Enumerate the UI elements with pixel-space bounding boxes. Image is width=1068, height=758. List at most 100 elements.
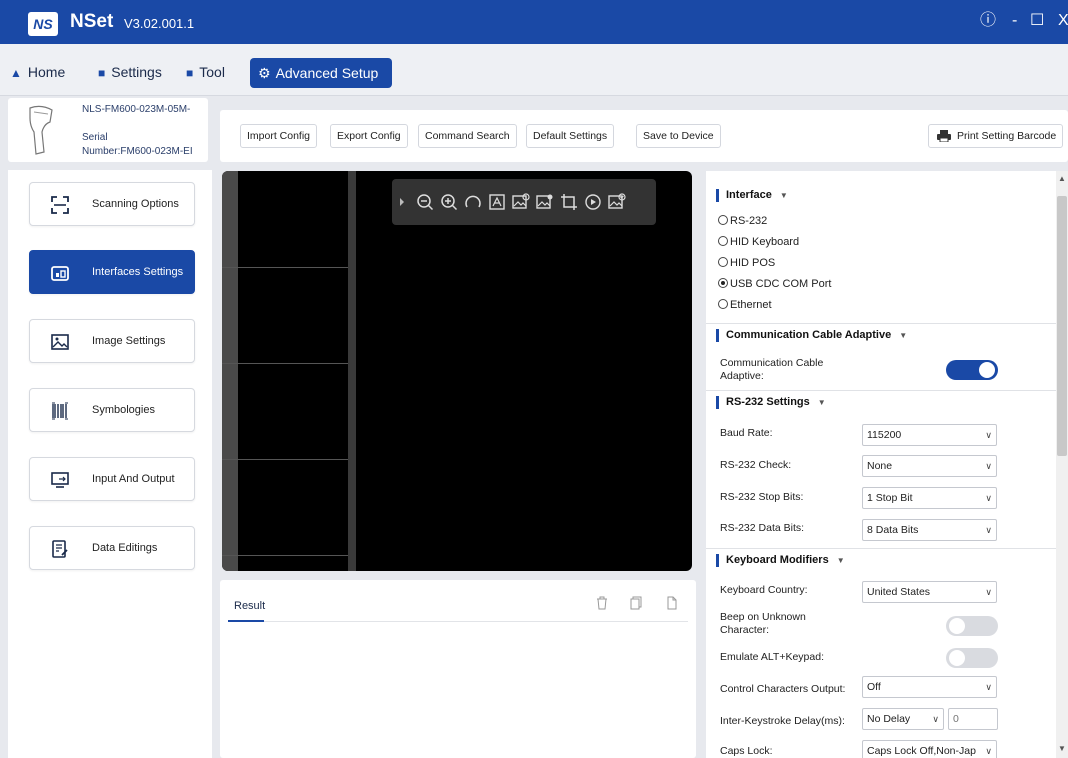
- inter-keystroke-delay-select[interactable]: No Delay ∨: [862, 708, 944, 730]
- device-model: NLS-FM600-023M-05M-: [82, 104, 191, 115]
- image-check-icon[interactable]: [608, 193, 626, 211]
- radio-circle-icon: [718, 299, 728, 309]
- beep-unknown-label: Beep on Unknown Character:: [720, 611, 806, 637]
- minimize-button[interactable]: -: [1012, 11, 1017, 31]
- inter-keystroke-delay-input[interactable]: [948, 708, 998, 730]
- device-card[interactable]: NLS-FM600-023M-05M- Serial Number:FM600-…: [8, 98, 208, 162]
- result-tab[interactable]: Result: [234, 600, 265, 612]
- zoom-in-icon[interactable]: [440, 193, 458, 211]
- rs232-stop-bits-select[interactable]: 1 Stop Bit ∨: [862, 487, 997, 509]
- grid-icon: ■: [186, 66, 194, 80]
- select-value: Caps Lock Off,Non-Jap: [867, 745, 976, 757]
- keyboard-country-select[interactable]: United States ∨: [862, 581, 997, 603]
- sidebar-item-symbologies[interactable]: Symbologies: [29, 388, 195, 432]
- select-value: 115200: [867, 429, 902, 441]
- crop-icon[interactable]: [560, 193, 578, 211]
- info-icon[interactable]: ⓘ: [980, 11, 996, 31]
- maximize-button[interactable]: ☐: [1030, 11, 1044, 31]
- command-search-button[interactable]: Command Search: [418, 124, 517, 148]
- radio-ethernet[interactable]: Ethernet: [718, 299, 772, 311]
- scanner-icon: [29, 105, 53, 155]
- menu-tool[interactable]: ■ Tool: [186, 64, 225, 80]
- caps-lock-label: Caps Lock:: [720, 745, 773, 757]
- menu-settings[interactable]: ■ Settings: [98, 64, 162, 80]
- section-interface-header[interactable]: Interface ▼: [716, 189, 788, 202]
- default-settings-button[interactable]: Default Settings: [526, 124, 615, 148]
- preview-gridline: [222, 267, 348, 268]
- control-chars-label: Control Characters Output:: [720, 683, 846, 695]
- sidebar-item-interfaces-settings[interactable]: Interfaces Settings: [29, 250, 195, 294]
- settings-scrollbar-thumb[interactable]: [1057, 196, 1067, 456]
- select-value: 1 Stop Bit: [867, 492, 913, 504]
- baud-rate-select[interactable]: 115200 ∨: [862, 424, 997, 446]
- menu-bar: ▲ Home ■ Settings ■ Tool ⚙ Advanced Setup: [0, 44, 1068, 96]
- app-version: V3.02.001.1: [124, 16, 195, 31]
- import-config-button[interactable]: Import Config: [240, 124, 318, 148]
- print-setting-barcode-button[interactable]: Print Setting Barcode: [928, 124, 1064, 148]
- rotate-icon[interactable]: [464, 193, 482, 211]
- copy-icon[interactable]: [630, 596, 642, 610]
- scroll-up-icon[interactable]: ▲: [1058, 174, 1066, 183]
- result-divider: [228, 621, 688, 622]
- comm-cable-toggle[interactable]: [946, 360, 998, 380]
- section-divider: [706, 390, 1056, 391]
- file-icon[interactable]: [666, 596, 678, 610]
- sidebar-item-input-and-output[interactable]: Input And Output: [29, 457, 195, 501]
- fit-image-icon[interactable]: [488, 193, 506, 211]
- sidebar-item-data-editings[interactable]: Data Editings: [29, 526, 195, 570]
- expand-arrow-icon[interactable]: [398, 193, 406, 211]
- sidebar-item-label: Scanning Options: [92, 198, 179, 210]
- section-title: RS-232 Settings: [726, 396, 810, 408]
- toggle-knob: [979, 362, 995, 378]
- beep-unknown-toggle[interactable]: [946, 616, 998, 636]
- sidebar-item-image-settings[interactable]: Image Settings: [29, 319, 195, 363]
- image-preview[interactable]: [222, 171, 692, 571]
- menu-settings-label: Settings: [111, 64, 162, 80]
- comm-cable-label: Communication Cable Adaptive:: [720, 357, 823, 383]
- rs232-check-select[interactable]: None ∨: [862, 455, 997, 477]
- emulate-alt-keypad-toggle[interactable]: [946, 648, 998, 668]
- radio-rs232[interactable]: RS-232: [718, 215, 767, 227]
- export-config-button[interactable]: Export Config: [330, 124, 408, 148]
- image-settings-icon[interactable]: [512, 193, 530, 211]
- radio-circle-icon: [718, 215, 728, 225]
- home-icon: ▲: [10, 66, 22, 80]
- rs232-data-bits-label: RS-232 Data Bits:: [720, 522, 805, 534]
- select-value: 8 Data Bits: [867, 524, 919, 536]
- menu-home[interactable]: ▲ Home: [10, 64, 65, 80]
- toggle-knob: [949, 650, 965, 666]
- barcode-icon: [52, 402, 68, 420]
- scroll-down-icon[interactable]: ▼: [1058, 744, 1066, 753]
- section-keyboard-header[interactable]: Keyboard Modifiers ▼: [716, 554, 845, 567]
- preview-gridline: [222, 555, 348, 556]
- close-button[interactable]: X: [1058, 11, 1068, 31]
- radio-hid-keyboard[interactable]: HID Keyboard: [718, 236, 799, 248]
- caps-lock-select[interactable]: Caps Lock Off,Non-Jap ∨: [862, 740, 997, 758]
- sidebar-item-scanning-options[interactable]: Scanning Options: [29, 182, 195, 226]
- image-gear-icon[interactable]: [536, 193, 554, 211]
- section-title: Interface: [726, 189, 772, 201]
- menu-advanced-setup[interactable]: ⚙ Advanced Setup: [250, 58, 392, 88]
- chevron-down-icon: ∨: [985, 430, 992, 440]
- menu-advanced-setup-label: Advanced Setup: [275, 65, 379, 81]
- sidebar-item-label: Input And Output: [92, 473, 175, 485]
- control-chars-select[interactable]: Off ∨: [862, 676, 997, 698]
- radio-label: RS-232: [730, 215, 768, 227]
- chevron-down-icon: ∨: [985, 461, 992, 471]
- section-rs232-header[interactable]: RS-232 Settings ▼: [716, 396, 826, 409]
- preview-gridline: [222, 459, 348, 460]
- label-line: Character:: [720, 624, 770, 636]
- caret-down-icon: ▼: [899, 331, 908, 340]
- preview-gridline: [222, 363, 348, 364]
- zoom-out-icon[interactable]: [416, 193, 434, 211]
- play-icon[interactable]: [584, 193, 602, 211]
- trash-icon[interactable]: [596, 596, 608, 610]
- radio-circle-icon: [718, 257, 728, 267]
- radio-usb-cdc-com-port[interactable]: USB CDC COM Port: [718, 278, 831, 290]
- device-serial: Serial Number:FM600-023M-EI: [82, 131, 206, 159]
- sidebar-item-label: Data Editings: [92, 542, 158, 554]
- section-comm-cable-header[interactable]: Communication Cable Adaptive ▼: [716, 329, 908, 342]
- rs232-data-bits-select[interactable]: 8 Data Bits ∨: [862, 519, 997, 541]
- save-to-device-button[interactable]: Save to Device: [636, 124, 721, 148]
- radio-hid-pos[interactable]: HID POS: [718, 257, 775, 269]
